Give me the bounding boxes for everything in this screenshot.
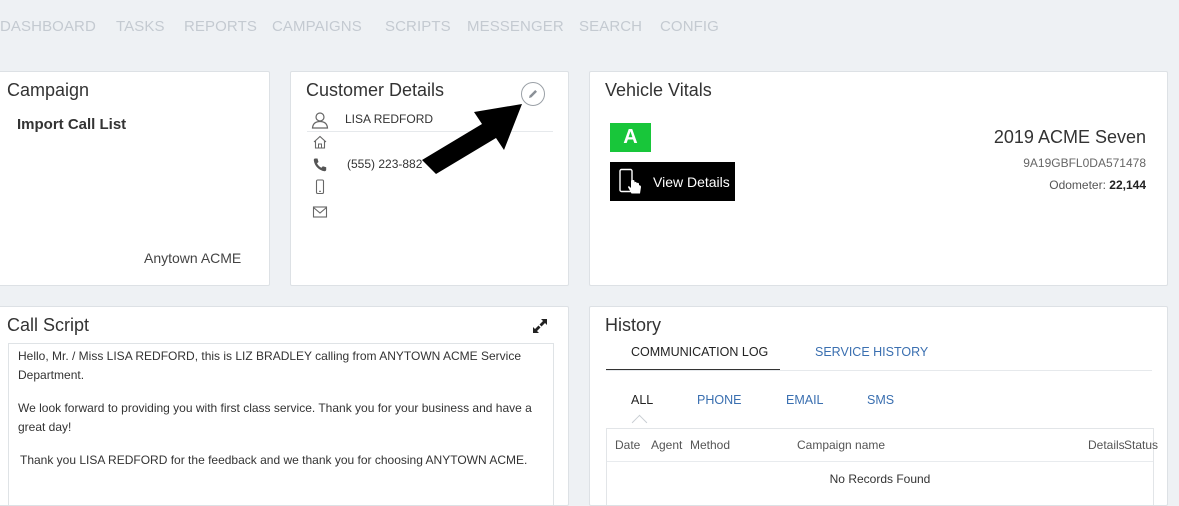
- customer-details-card: Customer Details LISA REDFORD (555) 223-…: [290, 71, 569, 286]
- nav-reports[interactable]: REPORTS: [184, 18, 257, 35]
- call-script-text: Hello, Mr. / Miss LISA REDFORD, this is …: [8, 343, 554, 505]
- phone-icon: [313, 158, 327, 172]
- nav-dashboard[interactable]: DASHBOARD: [0, 18, 96, 35]
- empty-state-message: No Records Found: [829, 472, 931, 486]
- column-method: Method: [690, 438, 731, 452]
- vehicle-odometer: Odometer: 22,144: [1049, 178, 1146, 192]
- customer-phone-row: (555) 223-882: [307, 154, 553, 176]
- tab-divider: [606, 370, 1152, 371]
- script-paragraph: We look forward to providing you with fi…: [18, 401, 532, 434]
- vehicle-vitals-card: Vehicle Vitals A View Details 2019 ACME …: [589, 71, 1168, 286]
- customer-details-title: Customer Details: [306, 80, 445, 100]
- home-icon: [313, 135, 327, 149]
- envelope-icon: [312, 206, 328, 218]
- customer-phone[interactable]: (555) 223-882: [347, 157, 422, 171]
- history-card: History COMMUNICATION LOG SERVICE HISTOR…: [589, 306, 1168, 506]
- call-script-title: Call Script: [7, 315, 90, 335]
- nav-campaigns[interactable]: CAMPAIGNS: [272, 18, 362, 35]
- mobile-touch-icon: [619, 168, 641, 194]
- top-nav: DASHBOARD TASKS REPORTS CAMPAIGNS SCRIPT…: [0, 0, 1179, 52]
- user-icon: [311, 112, 329, 129]
- view-details-button[interactable]: View Details: [610, 162, 735, 201]
- active-tab-indicator: [606, 369, 780, 370]
- table-header-divider: [607, 461, 1153, 462]
- campaign-card: Campaign Import Call List Anytown ACME: [0, 71, 270, 286]
- filter-phone[interactable]: PHONE: [697, 393, 741, 407]
- script-paragraph: Hello, Mr. / Miss LISA REDFORD, this is …: [18, 349, 522, 382]
- filter-sms[interactable]: SMS: [867, 393, 894, 407]
- column-status: Status: [1124, 438, 1159, 452]
- nav-messenger[interactable]: MESSENGER: [467, 18, 564, 35]
- nav-tasks[interactable]: TASKS: [116, 18, 165, 35]
- filter-all[interactable]: ALL: [631, 393, 653, 407]
- communication-log-table: Date Agent Method Campaign name Details …: [606, 428, 1158, 505]
- view-details-label: View Details: [653, 174, 730, 190]
- vehicle-vitals-title: Vehicle Vitals: [605, 80, 712, 100]
- filter-email[interactable]: EMAIL: [786, 393, 824, 407]
- nav-config[interactable]: CONFIG: [660, 18, 719, 35]
- column-campaign-name: Campaign name: [797, 438, 886, 452]
- customer-email-row: [307, 201, 553, 223]
- campaign-store: Anytown ACME: [144, 250, 242, 266]
- tab-communication-log[interactable]: COMMUNICATION LOG: [631, 345, 768, 359]
- customer-name: LISA REDFORD: [345, 112, 434, 126]
- vehicle-model: 2019 ACME Seven: [993, 127, 1146, 147]
- column-date: Date: [615, 438, 641, 452]
- tab-service-history[interactable]: SERVICE HISTORY: [815, 345, 928, 359]
- column-agent: Agent: [651, 438, 683, 452]
- edit-customer-button[interactable]: [521, 82, 545, 106]
- vehicle-vin: 9A19GBFL0DA571478: [1023, 156, 1146, 170]
- expand-icon[interactable]: [531, 317, 549, 335]
- pencil-icon: [529, 90, 537, 98]
- customer-address-row: [307, 131, 553, 153]
- call-script-card: Call Script Hello, Mr. / Miss LISA REDFO…: [0, 306, 569, 506]
- vehicle-grade-badge: A: [610, 123, 651, 152]
- odometer-label: Odometer:: [1049, 178, 1106, 192]
- customer-name-row: LISA REDFORD: [307, 109, 553, 132]
- mobile-icon: [315, 179, 325, 195]
- script-paragraph: Thank you LISA REDFORD for the feedback …: [20, 453, 528, 467]
- customer-mobile-row: [307, 176, 553, 198]
- nav-search[interactable]: SEARCH: [579, 18, 642, 35]
- column-details: Details: [1088, 438, 1125, 452]
- odometer-value: 22,144: [1109, 178, 1146, 192]
- campaign-title: Campaign: [7, 80, 90, 100]
- history-title: History: [605, 315, 662, 335]
- campaign-name: Import Call List: [17, 116, 127, 133]
- nav-scripts[interactable]: SCRIPTS: [385, 18, 451, 35]
